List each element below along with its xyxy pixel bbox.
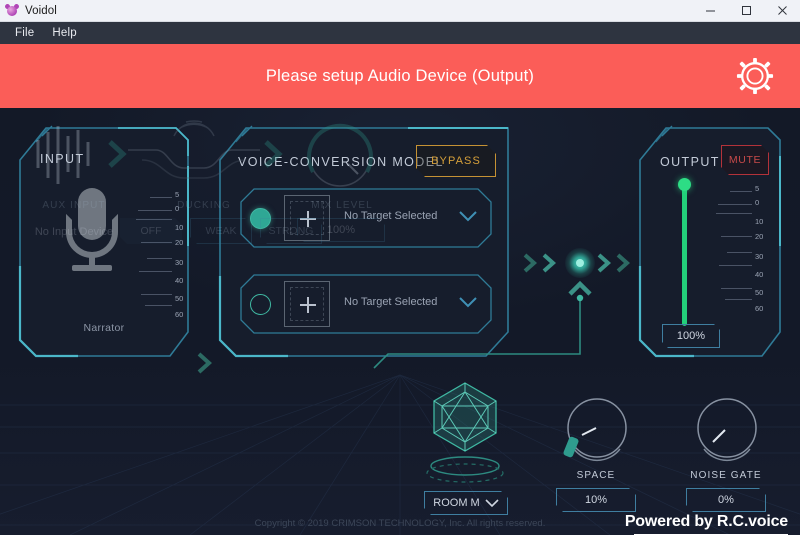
mix-level-label: MIX LEVEL: [311, 200, 373, 211]
add-icon: [300, 297, 316, 313]
scale-num: 60: [755, 304, 764, 313]
scale-num: 0: [755, 198, 760, 207]
ducking-curve-icon: [128, 120, 260, 195]
aux-input-label: AUX INPUT: [42, 200, 106, 211]
output-level-scale: 5 0 10 20 30 40 50 60: [716, 184, 766, 313]
minimize-icon[interactable]: [692, 0, 728, 22]
maximize-icon[interactable]: [728, 0, 764, 22]
close-icon[interactable]: [764, 0, 800, 22]
scale-num: 40: [175, 276, 184, 285]
menu-item-file[interactable]: File: [6, 25, 43, 41]
space-label: SPACE: [576, 470, 616, 481]
input-device-name: Narrator: [83, 322, 125, 334]
target-thumbnail-2[interactable]: [284, 281, 330, 327]
room-base-ring-icon: [424, 456, 506, 489]
scale-num: 50: [755, 288, 764, 297]
app-window: Voidol File Help Please setup Audio Devi…: [0, 0, 800, 535]
noise-gate-knob[interactable]: [690, 391, 764, 470]
voidol-app-icon: [4, 3, 20, 18]
scale-num: 40: [755, 270, 764, 279]
setup-audio-device-banner: Please setup Audio Device (Output): [0, 44, 800, 108]
noise-gate-value[interactable]: 0%: [686, 488, 766, 512]
target-radio-2[interactable]: [250, 294, 271, 315]
signal-node-icon: [565, 248, 595, 278]
scale-num: 20: [755, 232, 764, 241]
output-panel: OUTPUT MUTE 5 0 10 20 30 40 50 60 100%: [638, 125, 782, 358]
flow-chevron-icon: [262, 138, 286, 175]
scale-num: 5: [755, 184, 760, 193]
aux-waveform-icon: [34, 126, 96, 191]
flow-chevron-group-right: [596, 251, 640, 280]
mute-button[interactable]: MUTE: [721, 145, 769, 175]
ducking-option-off[interactable]: OFF: [120, 218, 182, 244]
powered-by-text: Powered by R.C.voice: [624, 513, 788, 530]
banner-message: Please setup Audio Device (Output): [265, 66, 535, 85]
room-select[interactable]: ROOM M: [424, 491, 508, 515]
mix-level-knob[interactable]: [300, 116, 380, 201]
aux-input-value[interactable]: No Input Device: [14, 220, 134, 244]
space-knob[interactable]: [560, 391, 634, 470]
scale-num: 30: [175, 258, 184, 267]
perspective-grid: [0, 374, 800, 535]
main-stage: INPUT 5 0 10 20 30 40 50 60 Narrator VOI…: [0, 108, 800, 535]
menu-bar: File Help: [0, 22, 800, 44]
output-volume-slider[interactable]: [682, 182, 687, 326]
menu-item-help[interactable]: Help: [43, 25, 85, 41]
window-controls: [692, 0, 800, 22]
scale-num: 10: [755, 217, 764, 226]
mix-level-value[interactable]: 100%: [297, 218, 385, 242]
bypass-button[interactable]: BYPASS: [416, 145, 496, 177]
flow-chevron-icon: [196, 351, 214, 380]
flow-chevron-icon: [106, 138, 130, 175]
window-title: Voidol: [25, 4, 57, 17]
flow-chevron-group-left: [522, 251, 566, 280]
ducking-label: DUCKING: [177, 200, 231, 211]
scale-num: 60: [175, 310, 184, 319]
node-connector-line: [373, 294, 584, 369]
scale-num: 30: [755, 252, 764, 261]
gear-icon[interactable]: [736, 57, 774, 95]
output-panel-title: OUTPUT: [660, 155, 720, 169]
title-bar: Voidol: [0, 0, 800, 22]
space-value[interactable]: 10%: [556, 488, 636, 512]
room-select-value: ROOM M: [433, 497, 480, 509]
output-volume-value[interactable]: 100%: [662, 324, 720, 348]
chevron-down-icon[interactable]: [458, 210, 478, 228]
scale-num: 50: [175, 294, 184, 303]
ducking-option-weak[interactable]: WEAK: [190, 218, 252, 244]
output-volume-handle[interactable]: [678, 178, 691, 191]
room-icosahedron-icon: [428, 380, 502, 459]
noise-gate-label: NOISE GATE: [690, 470, 762, 481]
